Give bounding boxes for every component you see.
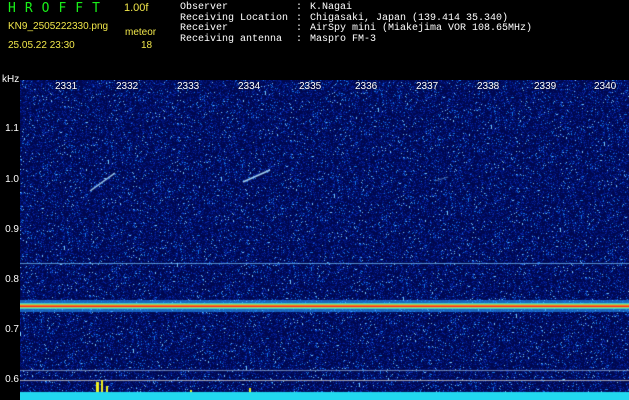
info-value: Maspro FM-3 [310,33,377,45]
info-separator: : [296,23,303,34]
y-axis-unit: kHz [2,74,20,85]
x-tick: 2339 [534,81,557,92]
detection-count: 18 [141,40,153,51]
mode-label: meteor [125,27,157,38]
header: HROFFT 1.00f KN9_2505222330.png meteor 2… [0,0,629,75]
y-tick: 0.9 [5,224,19,235]
info-value: AirSpy mini (Miakejima VOR 108.65MHz) [310,23,533,34]
filename-label: KN9_2505222330.png [8,21,109,32]
info-label: Observer [180,2,229,13]
x-tick: 2334 [238,81,261,92]
version-label: 1.00f [124,2,149,14]
x-tick: 2333 [177,81,200,92]
datetime-label: 25.05.22 23:30 [8,40,75,51]
y-tick: 1.1 [5,123,19,134]
info-label: Receiving antenna [180,33,283,45]
y-tick: 1.0 [5,174,19,185]
x-tick: 2338 [477,81,500,92]
station-info: Observer: K.Nagai Receiving Location: Chig… [180,2,533,46]
info-separator: : [296,33,303,45]
app-title: HROFFT [8,1,109,16]
spectrogram-canvas [20,80,629,400]
info-row-antenna: Receiving antenna: Maspro FM-3 [180,33,532,46]
x-tick: 2340 [594,81,617,92]
x-tick: 2335 [299,81,322,92]
spectrogram [20,80,629,400]
x-tick: 2337 [416,81,439,92]
x-tick: 2332 [116,81,139,92]
y-tick: 0.6 [5,374,19,385]
info-label: Receiver [180,23,229,34]
info-row-receiver: Receiver: AirSpy mini (Miakejima VOR 108.… [180,23,533,35]
info-separator: : [296,2,303,13]
x-tick: 2331 [55,81,78,92]
info-row-observer: Observer: K.Nagai [180,2,532,14]
y-tick: 0.7 [5,324,19,335]
x-tick: 2336 [355,81,378,92]
info-value: K.Nagai [310,2,353,13]
y-tick: 0.8 [5,274,19,285]
